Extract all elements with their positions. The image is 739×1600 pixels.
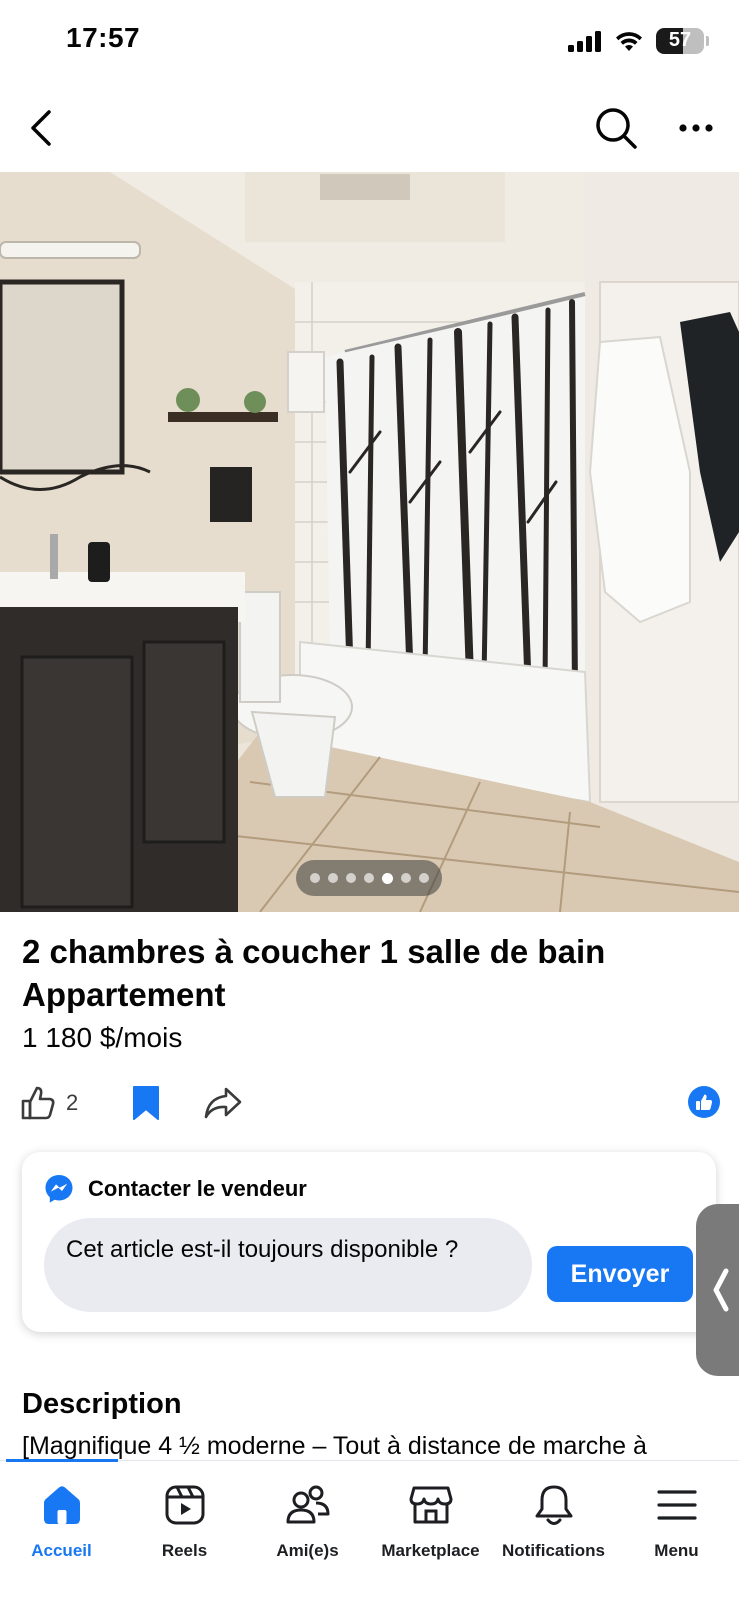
tab-label-notifications: Notifications [502,1541,605,1560]
tab-label-home: Accueil [31,1541,92,1560]
listing-actions: 2 [20,1080,720,1126]
tab-marketplace[interactable]: Marketplace [369,1461,492,1571]
contact-seller-card: Contacter le vendeur Cet article est-il … [22,1152,716,1332]
more-icon [679,124,713,132]
status-time: 17:57 [66,22,141,53]
bookmark-icon [133,1086,159,1120]
tab-label-marketplace: Marketplace [381,1541,480,1560]
contact-title: Contacter le vendeur [88,1176,307,1201]
back-arrow-icon [31,110,51,146]
share-icon [204,1087,242,1119]
tab-label-friends: Ami(e)s [276,1541,339,1560]
pager-dot [381,872,393,884]
home-icon [43,1486,80,1524]
like-button[interactable]: 2 [20,1080,78,1126]
back-button[interactable] [14,100,70,156]
marketplace-icon [409,1486,452,1524]
reels-icon [165,1485,204,1525]
tab-home[interactable]: Accueil [0,1461,123,1571]
share-button[interactable] [200,1082,246,1124]
battery-icon: 57 [656,28,704,54]
photo-pager [296,860,442,896]
friends-icon [286,1485,329,1524]
tab-reels[interactable]: Reels [123,1461,246,1571]
menu-icon [656,1490,697,1520]
wifi-icon [616,32,642,51]
more-button[interactable] [668,100,724,156]
signal-icon [568,31,601,52]
contact-header: Contacter le vendeur [44,1172,307,1206]
status-bar: 17:57 57 [0,0,739,80]
like-count: 2 [66,1090,79,1115]
pager-dot [400,873,411,883]
description-heading: Description [22,1388,182,1420]
pager-dot [418,873,429,883]
listing-price: 1 180 $/mois [22,1022,183,1053]
status-icons: 57 [568,26,709,56]
description-text: [Magnifique 4 ½ moderne – Tout à distanc… [22,1432,647,1460]
messenger-icon [45,1175,73,1203]
tab-friends[interactable]: Ami(e)s [246,1461,369,1571]
tab-notifications[interactable]: Notifications [492,1461,615,1571]
pager-dot [309,873,320,883]
tab-label-reels: Reels [161,1541,208,1560]
save-button[interactable] [126,1082,166,1124]
pager-dot [345,873,356,883]
message-input[interactable]: Cet article est-il toujours disponible ? [44,1218,532,1312]
like-badge-icon [688,1086,720,1118]
listing-title: 2 chambres à coucher 1 salle de bain App… [22,933,606,1013]
thumbs-up-icon [21,1086,55,1120]
bottom-tab-bar: Accueil Reels Ami(e)s Marketplace Notifi… [0,1459,739,1600]
search-icon [596,108,637,149]
send-button[interactable]: Envoyer [547,1246,693,1302]
side-panel-handle[interactable] [696,1204,739,1376]
pager-dot [363,873,374,883]
bell-icon [535,1485,572,1525]
pager-dot [327,873,338,883]
chevron-left-icon [713,1268,729,1312]
search-button[interactable] [588,100,644,156]
top-nav [0,88,739,168]
bathroom-photo [0,172,739,912]
listing-photo[interactable] [0,172,739,912]
tab-menu[interactable]: Menu [615,1461,738,1571]
tab-label-menu: Menu [654,1541,699,1560]
battery-level: 57 [668,29,692,51]
